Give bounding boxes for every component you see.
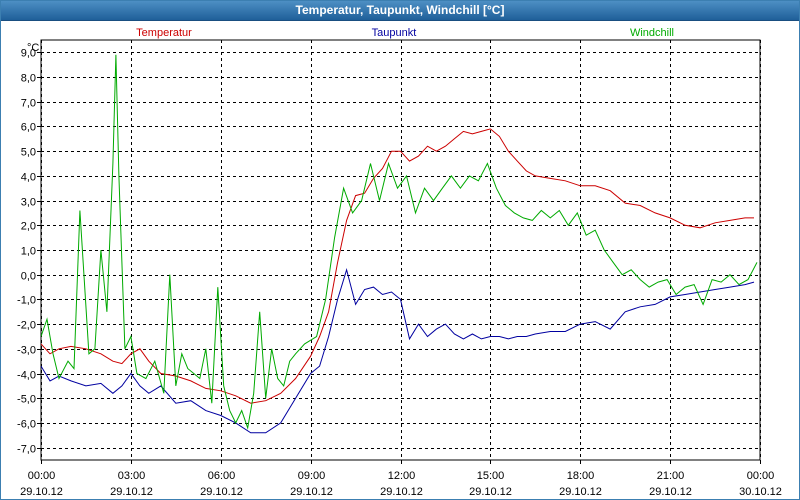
y-tick-label: 4,0 (21, 172, 36, 184)
x-tick-time: 00:00 (747, 470, 775, 482)
y-tick-label: -1,0 (17, 295, 36, 307)
x-tick-date: 29.10.12 (469, 486, 512, 498)
x-tick-date: 29.10.12 (290, 486, 333, 498)
y-tick-label: -3,0 (17, 345, 36, 357)
y-tick-label: 5,0 (21, 147, 36, 159)
x-tick-time: 15:00 (477, 470, 505, 482)
y-tick-label: 8,0 (21, 73, 36, 85)
y-tick-label: 2,0 (21, 221, 36, 233)
x-tick-date: 29.10.12 (649, 486, 692, 498)
y-tick-label: -7,0 (17, 444, 36, 456)
y-axis-unit: °C (27, 42, 39, 54)
x-tick-time: 00:00 (28, 470, 56, 482)
y-tick-label: -6,0 (17, 419, 36, 431)
y-tick-label: 1,0 (21, 246, 36, 258)
x-tick-time: 03:00 (118, 470, 146, 482)
x-tick-date: 29.10.12 (200, 486, 243, 498)
x-tick-time: 18:00 (567, 470, 595, 482)
x-tick-date: 30.10.12 (739, 486, 782, 498)
plot-area (40, 39, 761, 461)
y-tick-label: -4,0 (17, 370, 36, 382)
y-tick-label: 0,0 (21, 271, 36, 283)
x-tick-time: 06:00 (208, 470, 236, 482)
y-tick-label: -5,0 (17, 394, 36, 406)
x-tick-time: 12:00 (388, 470, 416, 482)
y-tick-label: -2,0 (17, 320, 36, 332)
x-tick-date: 29.10.12 (110, 486, 153, 498)
y-tick-label: 3,0 (21, 197, 36, 209)
x-tick-time: 21:00 (657, 470, 685, 482)
legend-windchill: Windchill (630, 27, 674, 39)
y-tick-label: 7,0 (21, 98, 36, 110)
y-tick-label: 6,0 (21, 122, 36, 134)
x-tick-date: 29.10.12 (559, 486, 602, 498)
x-tick-date: 29.10.12 (380, 486, 423, 498)
x-tick-date: 29.10.12 (20, 486, 63, 498)
line-chart: 9,08,07,06,05,04,03,02,01,00,0-1,0-2,0-3… (17, 27, 782, 498)
x-tick-time: 09:00 (298, 470, 326, 482)
legend-temperatur: Temperatur (136, 27, 192, 39)
chart-window: Temperatur, Taupunkt, Windchill [°C] 9,0… (0, 0, 800, 500)
legend-taupunkt: Taupunkt (372, 27, 417, 39)
